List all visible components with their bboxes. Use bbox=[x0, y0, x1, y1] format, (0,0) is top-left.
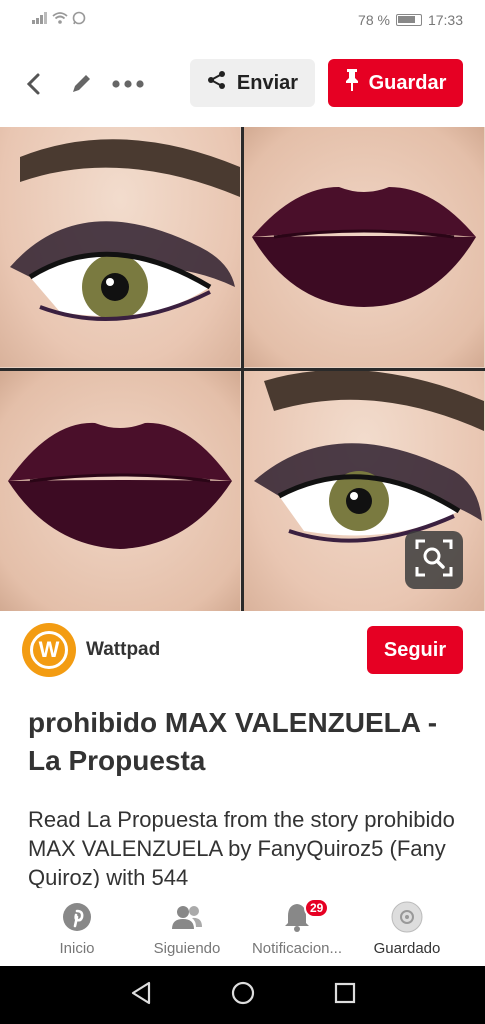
notification-badge: 29 bbox=[304, 898, 330, 918]
bottom-nav: Inicio Siguiendo 29 Notificacion... Guar… bbox=[0, 888, 485, 966]
lips-makeup-image bbox=[0, 371, 240, 611]
creator-name[interactable]: Wattpad bbox=[86, 639, 160, 661]
top-action-bar: Enviar Guardar bbox=[0, 58, 485, 110]
status-icons bbox=[32, 11, 86, 30]
system-nav-bar bbox=[0, 966, 485, 1024]
collage-divider bbox=[0, 368, 485, 371]
share-icon bbox=[207, 70, 227, 96]
pinterest-icon bbox=[60, 900, 94, 934]
profile-avatar-icon bbox=[390, 900, 424, 934]
edit-pencil-icon[interactable] bbox=[64, 67, 98, 101]
nav-item-home[interactable]: Inicio bbox=[22, 888, 132, 966]
save-button-label: Guardar bbox=[368, 71, 447, 94]
avatar[interactable]: W bbox=[22, 623, 76, 677]
creator-row: W Wattpad Seguir bbox=[22, 622, 463, 678]
battery-icon bbox=[395, 14, 422, 26]
home-circle-icon[interactable] bbox=[231, 981, 255, 1010]
signal-icon bbox=[32, 11, 48, 29]
nav-label: Guardado bbox=[373, 940, 441, 957]
visual-search-button[interactable] bbox=[405, 531, 463, 589]
recents-square-icon[interactable] bbox=[334, 982, 356, 1009]
wifi-icon bbox=[52, 11, 68, 29]
nav-item-following[interactable]: Siguiendo bbox=[132, 888, 242, 966]
status-bar: 78 % 17:33 bbox=[0, 0, 485, 40]
avatar-letter: W bbox=[38, 637, 60, 662]
follow-button-label: Seguir bbox=[383, 638, 447, 661]
people-icon bbox=[170, 900, 204, 934]
pin-icon bbox=[345, 68, 359, 98]
lips-makeup-image bbox=[244, 127, 484, 367]
send-button[interactable]: Enviar bbox=[190, 59, 315, 107]
status-right: 78 % 17:33 bbox=[358, 12, 463, 28]
nav-item-notifications[interactable]: 29 Notificacion... bbox=[242, 888, 352, 966]
back-arrow-icon[interactable] bbox=[16, 67, 50, 101]
pin-description: Read La Propuesta from the story prohibi… bbox=[28, 807, 455, 890]
pin-image[interactable] bbox=[0, 127, 485, 611]
save-button[interactable]: Guardar bbox=[328, 59, 463, 107]
whatsapp-icon bbox=[72, 11, 86, 30]
clock: 17:33 bbox=[427, 12, 463, 28]
eye-makeup-image bbox=[0, 127, 240, 367]
visual-search-icon bbox=[415, 539, 453, 582]
back-triangle-icon[interactable] bbox=[130, 981, 152, 1010]
more-options-icon[interactable] bbox=[108, 67, 148, 101]
battery-percent: 78 % bbox=[358, 12, 390, 28]
nav-label: Notificacion... bbox=[251, 940, 343, 957]
nav-label: Siguiendo bbox=[153, 940, 221, 957]
nav-item-saved[interactable]: Guardado bbox=[352, 888, 462, 966]
nav-label: Inicio bbox=[59, 940, 95, 957]
pin-title: prohibido MAX VALENZUELA - La Propuesta bbox=[28, 707, 438, 776]
wattpad-logo-icon: W bbox=[30, 631, 68, 669]
follow-button[interactable]: Seguir bbox=[367, 626, 463, 674]
send-button-label: Enviar bbox=[236, 71, 299, 94]
